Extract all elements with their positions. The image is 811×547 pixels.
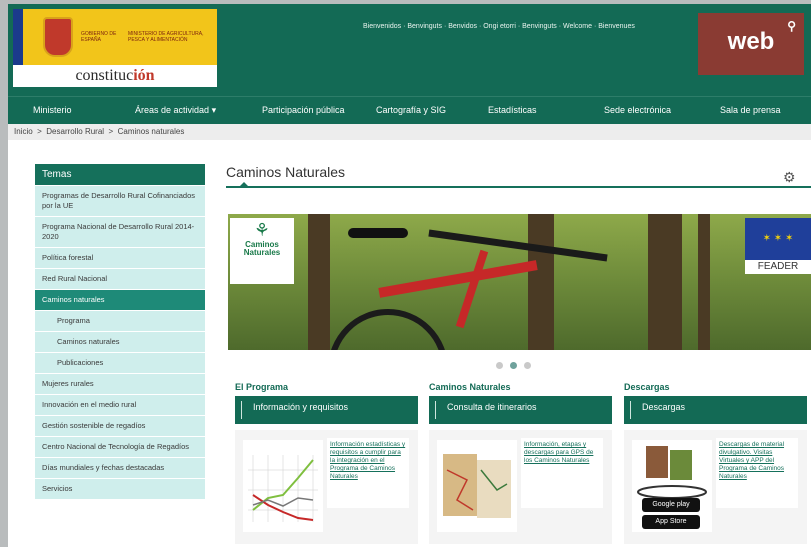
breadcrumb-home[interactable]: Inicio <box>14 127 33 136</box>
constitucion-text: constituc <box>75 67 134 84</box>
bike-seat <box>348 228 408 238</box>
sidebar-item-programa-nacional[interactable]: Programa Nacional de Desarrollo Rural 20… <box>35 217 205 248</box>
sidebar: Temas Programas de Desarrollo Rural Cofi… <box>35 164 205 500</box>
caminos-naturales-logo: ⚘ Caminos Naturales <box>230 218 294 284</box>
section-title: El Programa <box>235 382 289 392</box>
nav-estadisticas[interactable]: Estadísticas <box>488 105 537 115</box>
sidebar-item-innovacion[interactable]: Innovación en el medio rural <box>35 395 205 416</box>
sidebar-subitem-publicaciones[interactable]: Publicaciones <box>35 353 205 374</box>
chart-thumbnail[interactable] <box>243 440 323 532</box>
bike-tube <box>455 249 489 329</box>
section-card: Información, etapas y descargas para GPS… <box>429 430 612 544</box>
chevron-down-icon: ▾ <box>211 105 217 115</box>
sidebar-item-dias-mundiales[interactable]: Días mundiales y fechas destacadas <box>35 458 205 479</box>
carousel-dots <box>496 356 538 374</box>
app-store-badge[interactable]: App Store <box>642 515 700 529</box>
gobierno-text: GOBIERNO DE ESPAÑA <box>81 31 117 43</box>
section-bar-info[interactable]: Información y requisitos <box>235 396 418 424</box>
main-nav: Ministerio Áreas de actividad ▾ Particip… <box>8 96 811 124</box>
nav-sede-electronica[interactable]: Sede electrónica <box>604 105 671 115</box>
nav-ministerio[interactable]: Ministerio <box>33 105 72 115</box>
nav-participacion-publica[interactable]: Participación pública <box>262 105 345 115</box>
tree-trunk <box>648 214 682 350</box>
web-search-button[interactable]: web ⚲ <box>698 13 804 75</box>
section-el-programa: El Programa Información y requisitos Inf… <box>235 382 418 544</box>
constitucion-logo: constitución <box>13 67 217 85</box>
map-icon <box>443 454 511 518</box>
brochures-thumbnail[interactable]: Google play App Store <box>632 440 712 532</box>
sidebar-subitem-programa[interactable]: Programa <box>35 311 205 332</box>
section-card: Google play App Store Descargas de mater… <box>624 430 807 544</box>
breadcrumb: Inicio > Desarrollo Rural > Caminos natu… <box>8 124 811 140</box>
coat-of-arms-icon <box>43 17 73 57</box>
breadcrumb-current: Caminos naturales <box>117 127 185 136</box>
section-link[interactable]: Información, etapas y descargas para GPS… <box>521 438 603 508</box>
hero-banner[interactable]: ⚘ Caminos Naturales ✶ ✶ ✶ FEADER <box>228 214 811 350</box>
breadcrumb-separator: > <box>108 127 114 136</box>
section-descargas: Descargas Descargas Google play App Stor… <box>624 382 807 544</box>
sidebar-subitem-caminos-naturales[interactable]: Caminos naturales <box>35 332 205 353</box>
title-underline <box>226 186 811 188</box>
feader-label: FEADER <box>757 261 799 272</box>
hiker-icon: ⚘ <box>253 220 271 240</box>
sidebar-item-gestion-regadios[interactable]: Gestión sostenible de regadíos <box>35 416 205 437</box>
logo-yellow-band: GOBIERNO DE ESPAÑA MINISTERIO DE AGRICUL… <box>13 9 217 65</box>
sidebar-item-programas-desarrollo-rural[interactable]: Programas de Desarrollo Rural Cofinancia… <box>35 186 205 217</box>
eu-flag-icon: ✶ ✶ ✶ <box>745 218 811 260</box>
section-link[interactable]: Información estadísticas y requisitos a … <box>327 438 409 508</box>
government-logo[interactable]: GOBIERNO DE ESPAÑA MINISTERIO DE AGRICUL… <box>13 9 217 87</box>
sidebar-item-red-rural[interactable]: Red Rural Nacional <box>35 269 205 290</box>
logo-line-2: Naturales <box>243 248 281 257</box>
section-bar-descargas[interactable]: Descargas <box>624 396 807 424</box>
sidebar-heading: Temas <box>35 164 205 186</box>
search-icon: ⚲ <box>787 19 796 33</box>
bike-handlebar <box>428 229 608 262</box>
section-caminos-naturales: Caminos Naturales Consulta de itinerario… <box>429 382 612 544</box>
carousel-dot[interactable] <box>496 362 503 369</box>
section-card: Información estadísticas y requisitos a … <box>235 430 418 544</box>
sidebar-item-centro-nacional[interactable]: Centro Nacional de Tecnología de Regadío… <box>35 437 205 458</box>
section-title: Caminos Naturales <box>429 382 511 392</box>
eu-stripe <box>13 9 23 65</box>
breadcrumb-separator: > <box>37 127 42 136</box>
carousel-dot-active[interactable] <box>510 362 517 369</box>
nav-areas-label: Áreas de actividad <box>135 105 210 115</box>
site-header: GOBIERNO DE ESPAÑA MINISTERIO DE AGRICUL… <box>8 4 811 96</box>
map-thumbnail[interactable] <box>437 440 517 532</box>
nav-sala-de-prensa[interactable]: Sala de prensa <box>720 105 781 115</box>
carousel-dot[interactable] <box>524 362 531 369</box>
ministry-text: MINISTERIO DE AGRICULTURA, PESCA Y ALIME… <box>128 31 204 43</box>
line-chart-icon <box>248 455 318 522</box>
web-label: web <box>727 28 775 55</box>
bike-wheel <box>328 309 448 350</box>
page-title: Caminos Naturales <box>226 164 346 180</box>
welcome-languages[interactable]: Bienvenidos · Benvinguts · Benvidos · On… <box>363 23 635 30</box>
tree-trunk <box>528 214 554 350</box>
gear-icon[interactable]: ⚙ <box>783 169 796 186</box>
sidebar-item-politica-forestal[interactable]: Política forestal <box>35 248 205 269</box>
breadcrumb-desarrollo-rural[interactable]: Desarrollo Rural <box>46 127 104 136</box>
sidebar-item-mujeres-rurales[interactable]: Mujeres rurales <box>35 374 205 395</box>
page-frame: GOBIERNO DE ESPAÑA MINISTERIO DE AGRICUL… <box>8 4 811 547</box>
google-play-badge[interactable]: Google play <box>642 498 700 512</box>
constitucion-flag-text: ión <box>133 67 155 84</box>
nav-cartografia[interactable]: Cartografía y SIG <box>376 105 446 115</box>
title-caret <box>239 182 249 187</box>
section-link[interactable]: Descargas de material divulgativo. Visit… <box>716 438 798 508</box>
tree-trunk <box>698 214 710 350</box>
brochures-icon <box>637 446 707 499</box>
sidebar-item-servicios[interactable]: Servicios <box>35 479 205 500</box>
nav-areas-de-actividad[interactable]: Áreas de actividad ▾ <box>135 105 216 116</box>
section-title: Descargas <box>624 382 670 392</box>
bike-frame <box>378 260 538 298</box>
sidebar-item-caminos-naturales[interactable]: Caminos naturales <box>35 290 205 311</box>
section-bar-itinerarios[interactable]: Consulta de itinerarios <box>429 396 612 424</box>
feader-logo: ✶ ✶ ✶ FEADER <box>745 218 811 274</box>
tree-trunk <box>308 214 330 350</box>
